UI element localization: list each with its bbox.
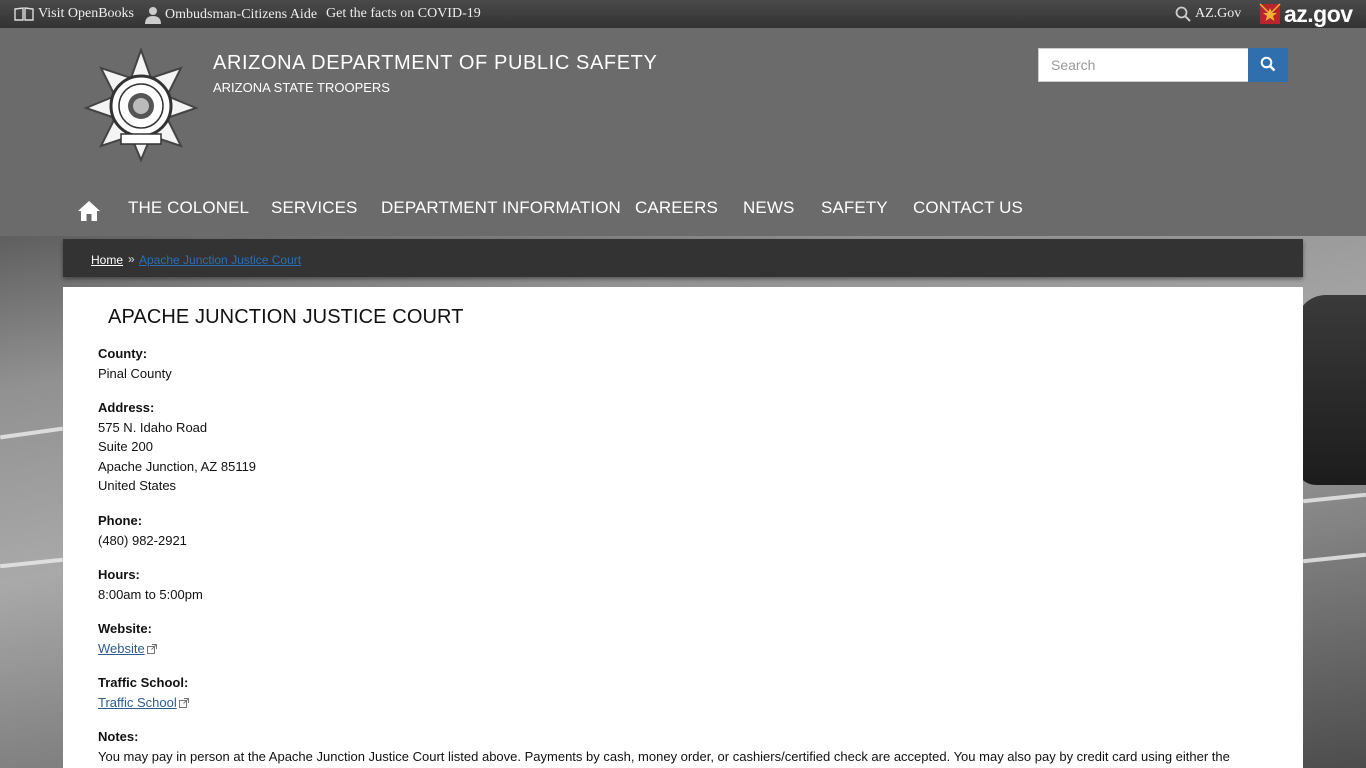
ombudsman-label: Ombudsman-Citizens Aide [165, 7, 318, 22]
site-title[interactable]: ARIZONA DEPARTMENT OF PUBLIC SAFETY [213, 52, 657, 75]
address-field: Address: 575 N. Idaho Road Suite 200 Apa… [98, 398, 256, 496]
road-stripe [0, 426, 63, 440]
address-line: Suite 200 [98, 439, 153, 454]
arizona-flag-icon [1258, 2, 1282, 26]
county-field: County: Pinal County [98, 344, 172, 383]
hours-field: Hours: 8:00am to 5:00pm [98, 565, 203, 604]
book-icon [14, 7, 34, 21]
hours-value: 8:00am to 5:00pm [98, 586, 203, 602]
address-line: Apache Junction, AZ 85119 [98, 458, 257, 474]
nav-safety[interactable]: SAFETY [821, 198, 888, 218]
website-field: Website: Website [98, 619, 157, 659]
website-link[interactable]: Website [98, 641, 145, 656]
search-button[interactable] [1248, 48, 1288, 82]
traffic-school-label: Traffic School: [98, 675, 189, 690]
breadcrumb-current-link[interactable]: Apache Junction Justice Court [139, 253, 301, 267]
page-title: APACHE JUNCTION JUSTICE COURT [108, 306, 464, 328]
utility-bar: Visit OpenBooks Ombudsman-Citizens Aide … [0, 0, 1366, 28]
hours-label: Hours: [98, 567, 140, 582]
openbooks-link[interactable]: Visit OpenBooks [14, 6, 134, 22]
address-label: Address: [98, 400, 155, 415]
phone-field: Phone: (480) 982-2921 [98, 511, 187, 550]
azgov-logo[interactable]: az.gov [1258, 2, 1353, 26]
notes-field: Notes: You may pay in person at the Apac… [98, 727, 1230, 766]
covid-link[interactable]: Get the facts on COVID-19 [326, 6, 481, 22]
road-stripe [1302, 492, 1366, 504]
magnifier-icon [1175, 6, 1191, 22]
nav-the-colonel[interactable]: THE COLONEL [128, 198, 249, 218]
azgov-label: AZ.Gov [1195, 6, 1242, 21]
home-icon[interactable] [77, 200, 101, 222]
road-stripe [1302, 552, 1366, 564]
search-input[interactable] [1038, 48, 1249, 82]
nav-contact-us[interactable]: CONTACT US [913, 198, 1023, 218]
external-link-icon [146, 640, 157, 660]
site-subtitle: ARIZONA STATE TROOPERS [213, 80, 390, 95]
main-navigation: THE COLONEL SERVICES DEPARTMENT INFORMAT… [0, 188, 1366, 236]
dps-badge-logo[interactable] [82, 46, 200, 164]
traffic-school-field: Traffic School: Traffic School [98, 673, 189, 713]
ombudsman-link[interactable]: Ombudsman-Citizens Aide [145, 6, 317, 24]
breadcrumb-separator: » [128, 252, 135, 266]
nav-news[interactable]: NEWS [743, 198, 794, 218]
county-label: County: [98, 346, 148, 361]
notes-text: You may pay in person at the Apache Junc… [98, 748, 1230, 764]
azgov-logo-text: az.gov [1284, 1, 1353, 27]
azgov-link[interactable]: AZ.Gov [1175, 6, 1241, 22]
site-header: ARIZONA DEPARTMENT OF PUBLIC SAFETY ARIZ… [0, 28, 1366, 236]
phone-value: (480) 982-2921 [98, 532, 187, 548]
road-stripe [0, 557, 64, 569]
openbooks-label: Visit OpenBooks [38, 6, 134, 21]
car-photo-detail [1296, 295, 1366, 485]
county-value: Pinal County [98, 365, 172, 381]
external-link-icon [178, 694, 189, 714]
search-icon [1260, 56, 1276, 75]
covid-label: Get the facts on COVID-19 [326, 6, 481, 21]
notes-label: Notes: [98, 729, 139, 744]
website-label: Website: [98, 621, 152, 636]
nav-careers[interactable]: CAREERS [635, 198, 718, 218]
breadcrumb: Home » Apache Junction Justice Court [63, 239, 1303, 277]
nav-services[interactable]: SERVICES [271, 198, 357, 218]
breadcrumb-home-link[interactable]: Home [91, 253, 123, 267]
content-panel: APACHE JUNCTION JUSTICE COURT County: Pi… [63, 287, 1303, 768]
address-line: United States [98, 478, 177, 493]
address-line: 575 N. Idaho Road [98, 419, 208, 435]
nav-department-information[interactable]: DEPARTMENT INFORMATION [381, 198, 621, 218]
traffic-school-link[interactable]: Traffic School [98, 695, 177, 710]
person-icon [145, 6, 161, 24]
phone-label: Phone: [98, 513, 143, 528]
